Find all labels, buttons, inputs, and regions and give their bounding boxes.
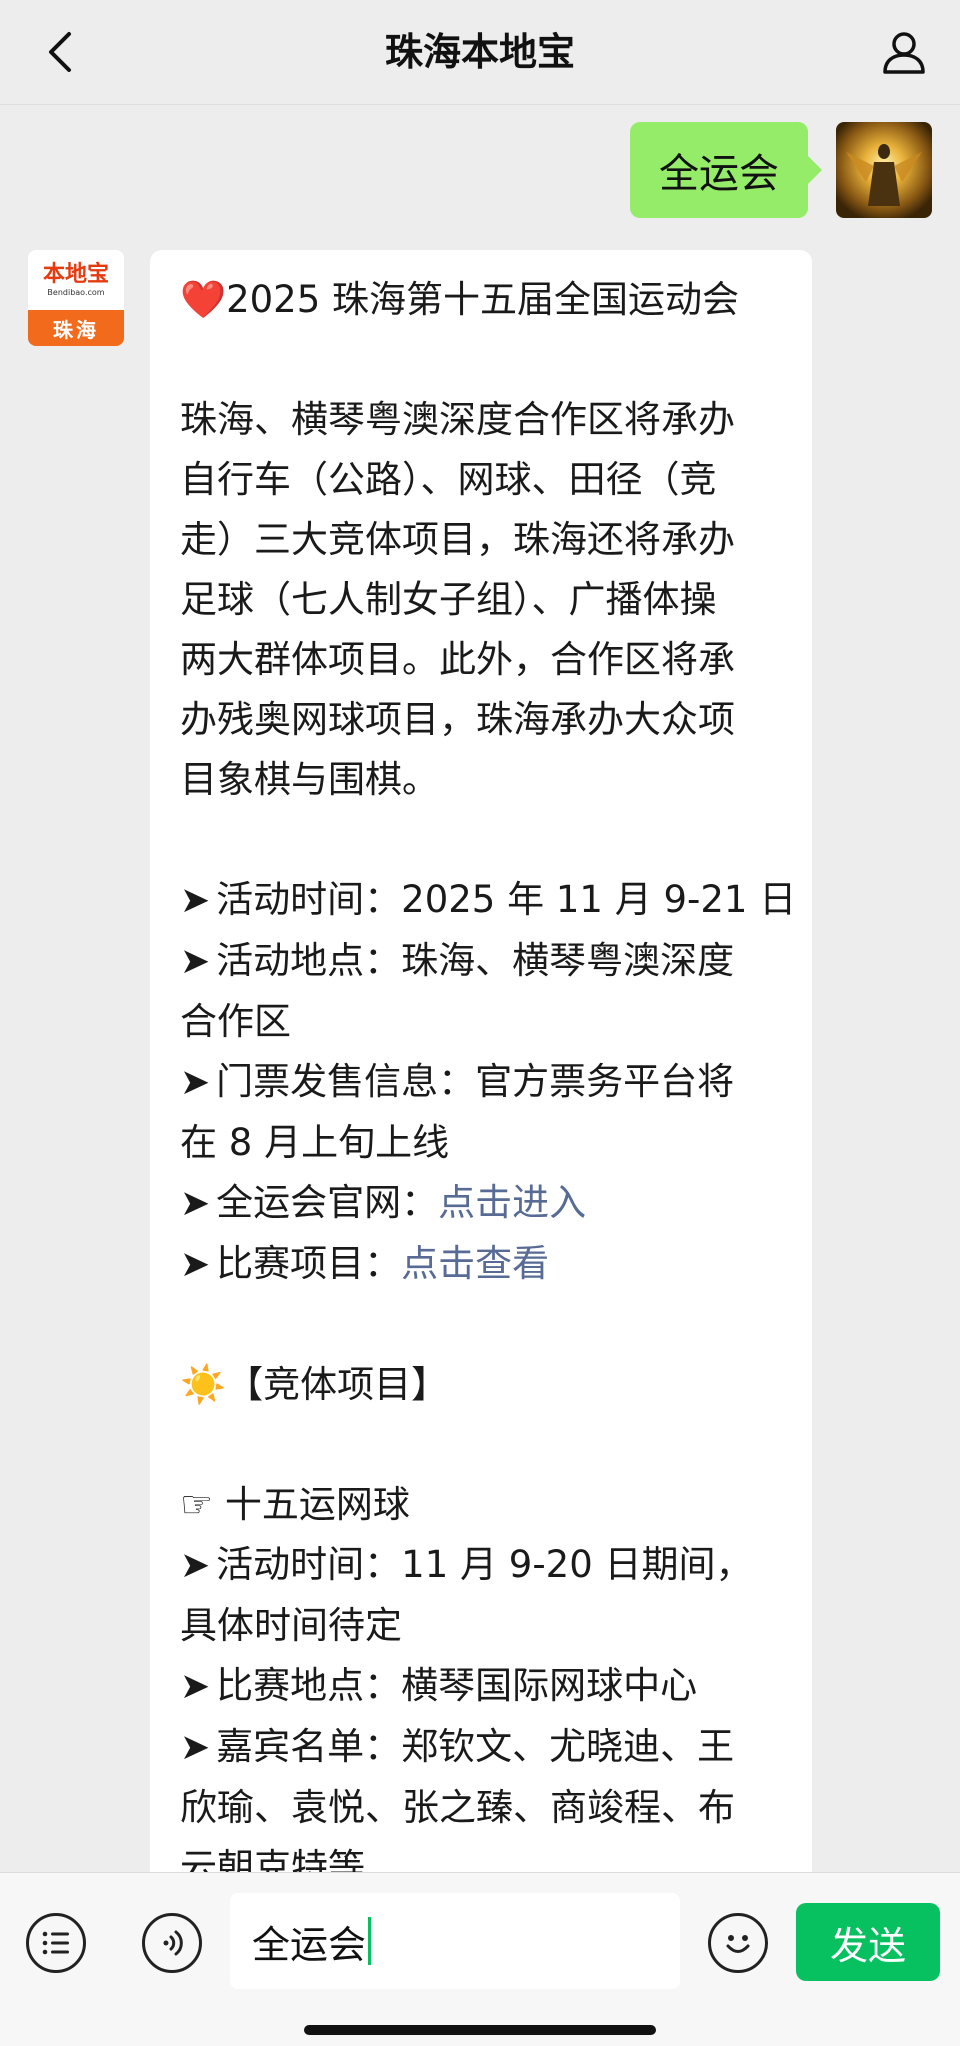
line-text: 在 8 月上旬上线 [180, 1121, 450, 1164]
message-content: ❤️2025 珠海第十五届全国运动会 珠海、横琴粤澳深度合作区将承办 自行车（公路）… [180, 270, 796, 1880]
text-cursor [368, 1917, 372, 1965]
message-line: ➤ 嘉宾名单：郑钦文、尤晓迪、王 [180, 1717, 782, 1778]
chat-header: 珠海本地宝 [0, 0, 960, 105]
message-line: ☀️【竞体项目】 [180, 1355, 782, 1415]
line-text: 两大群体项目。此外，合作区将承 [180, 638, 735, 681]
profile-button[interactable] [872, 20, 936, 84]
line-text: 珠海、横琴粤澳深度合作区将承办 [180, 398, 735, 441]
input-bar: 全运会 发送 [0, 1872, 960, 2046]
line-text: ☞ 十五运网球 [180, 1483, 410, 1526]
message-line: 自行车（公路）、网球、田径（竞 [180, 450, 782, 510]
line-text: 比赛项目： [216, 1242, 402, 1285]
emoji-icon [726, 1935, 750, 1953]
message-line: 办残奥网球项目，珠海承办大众项 [180, 690, 782, 750]
voice-button[interactable] [142, 1913, 202, 1973]
message-line: 目象棋与围棋。 [180, 750, 782, 810]
message-line: 珠海、横琴粤澳深度合作区将承办 [180, 390, 782, 450]
arrow-bullet-icon: ➤ [180, 941, 211, 982]
message-line: ➤ 门票发售信息：官方票务平台将 [180, 1052, 782, 1113]
line-text: 办残奥网球项目，珠海承办大众项 [180, 698, 735, 741]
message-input[interactable]: 全运会 [230, 1893, 680, 1989]
outgoing-message-bubble[interactable]: 全运会 [630, 122, 822, 218]
message-line: ❤️2025 珠海第十五届全国运动会 [180, 270, 782, 330]
avatar-image [836, 122, 932, 218]
line-text: 全运会官网： [216, 1181, 439, 1224]
line-text: 比赛地点：横琴国际网球中心 [216, 1664, 698, 1707]
message-line: 合作区 [180, 992, 782, 1052]
message-line: 足球（七人制女子组）、广播体操 [180, 570, 782, 630]
avatar-logo-text: 本地宝 [42, 261, 109, 287]
message-line: 两大群体项目。此外，合作区将承 [180, 630, 782, 690]
bendibao-avatar[interactable]: 本地宝 Bendibao.com 珠海 [28, 250, 124, 346]
home-indicator [304, 2025, 656, 2035]
arrow-bullet-icon: ➤ [180, 1666, 211, 1707]
message-line: ➤ 比赛地点：横琴国际网球中心 [180, 1656, 782, 1717]
line-text: ❤️2025 珠海第十五届全国运动会 [180, 278, 739, 321]
message-line: ➤ 活动地点：珠海、横琴粤澳深度 [180, 931, 782, 992]
message-line: 具体时间待定 [180, 1596, 782, 1656]
line-text: 足球（七人制女子组）、广播体操 [180, 578, 717, 621]
avatar-logo-url: Bendibao.com [47, 288, 105, 297]
send-button[interactable]: 发送 [796, 1903, 940, 1981]
message-line: ➤ 活动时间：2025 年 11 月 9-21 日 [180, 870, 796, 931]
arrow-bullet-icon: ➤ [180, 880, 211, 921]
arrow-bullet-icon: ➤ [180, 1727, 211, 1768]
line-text: 活动时间：2025 年 11 月 9-21 日 [216, 878, 797, 921]
outgoing-message-text: 全运会 [659, 151, 779, 197]
list-menu-icon [42, 1931, 69, 1955]
message-input-value: 全运会 [252, 1922, 367, 1967]
line-text: ☀️【竞体项目】 [180, 1363, 449, 1406]
line-text: 走）三大竞体项目，珠海还将承办 [180, 518, 735, 561]
message-line: ➤ 全运会官网：点击进入 [180, 1173, 782, 1234]
menu-button[interactable] [26, 1913, 86, 1973]
arrow-bullet-icon: ➤ [180, 1244, 211, 1285]
line-text: 门票发售信息：官方票务平台将 [216, 1060, 735, 1103]
line-text: 活动时间：11 月 9-20 日期间， [216, 1543, 753, 1586]
line-text: 目象棋与围棋。 [180, 758, 439, 801]
arrow-bullet-icon: ➤ [180, 1183, 211, 1224]
arrow-bullet-icon: ➤ [180, 1062, 211, 1103]
line-text: 合作区 [180, 1000, 291, 1043]
line-text: 嘉宾名单：郑钦文、尤晓迪、王 [216, 1725, 735, 1768]
my-avatar[interactable] [836, 122, 932, 218]
message-link[interactable]: 点击进入 [438, 1181, 586, 1224]
line-text: 自行车（公路）、网球、田径（竞 [180, 458, 717, 501]
message-line: 走）三大竞体项目，珠海还将承办 [180, 510, 782, 570]
emoji-button[interactable] [708, 1913, 768, 1973]
line-text: 欣瑜、袁悦、张之臻、商竣程、布 [180, 1786, 735, 1829]
incoming-message-bubble[interactable]: ❤️2025 珠海第十五届全国运动会 珠海、横琴粤澳深度合作区将承办 自行车（公路）… [150, 250, 812, 1880]
message-line: 在 8 月上旬上线 [180, 1113, 782, 1173]
message-line: 欣瑜、袁悦、张之臻、商竣程、布 [180, 1778, 782, 1838]
message-line: ➤ 比赛项目：点击查看 [180, 1234, 782, 1295]
person-icon [883, 32, 925, 74]
arrow-bullet-icon: ➤ [180, 1545, 211, 1586]
avatar-city-label: 珠海 [28, 310, 124, 346]
message-link[interactable]: 点击查看 [401, 1242, 549, 1285]
message-line: ➤ 活动时间：11 月 9-20 日期间， [180, 1535, 782, 1596]
line-text: 具体时间待定 [180, 1604, 402, 1647]
voice-icon [163, 1930, 183, 1956]
line-text: 活动地点：珠海、横琴粤澳深度 [216, 939, 735, 982]
message-line: ☞ 十五运网球 [180, 1475, 782, 1535]
page-title: 珠海本地宝 [384, 30, 575, 74]
